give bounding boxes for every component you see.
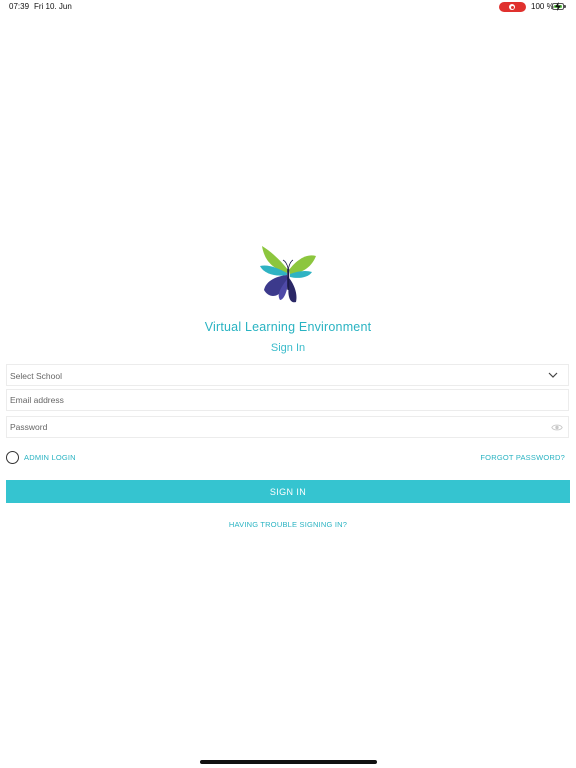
trouble-signing-in-link[interactable]: HAVING TROUBLE SIGNING IN? (0, 520, 576, 529)
email-field[interactable] (7, 390, 568, 410)
school-select[interactable]: Select School (6, 364, 569, 386)
charging-bolt-icon (555, 2, 561, 11)
home-indicator[interactable] (200, 760, 377, 764)
password-field-wrapper (6, 416, 569, 438)
status-date: Fri 10. Jun (34, 2, 72, 11)
password-field[interactable] (7, 417, 568, 437)
school-select-value: Select School (10, 371, 62, 381)
screen-recording-icon[interactable] (499, 2, 526, 12)
sign-in-heading: Sign In (270, 342, 306, 354)
forgot-password-link[interactable]: FORGOT PASSWORD? (480, 453, 565, 462)
sign-in-button[interactable]: SIGN IN (6, 480, 570, 503)
eye-icon[interactable] (551, 423, 563, 432)
email-field-wrapper (6, 389, 569, 411)
status-bar: 07:39 Fri 10. Jun 100 % (0, 0, 576, 14)
admin-login-radio[interactable] (6, 451, 19, 464)
app-title: Virtual Learning Environment (204, 320, 372, 334)
butterfly-logo (260, 246, 316, 303)
chevron-down-icon (548, 372, 558, 378)
battery-percentage: 100 % (531, 2, 554, 11)
status-time: 07:39 (9, 2, 30, 11)
admin-login-label[interactable]: ADMIN LOGIN (24, 453, 76, 462)
